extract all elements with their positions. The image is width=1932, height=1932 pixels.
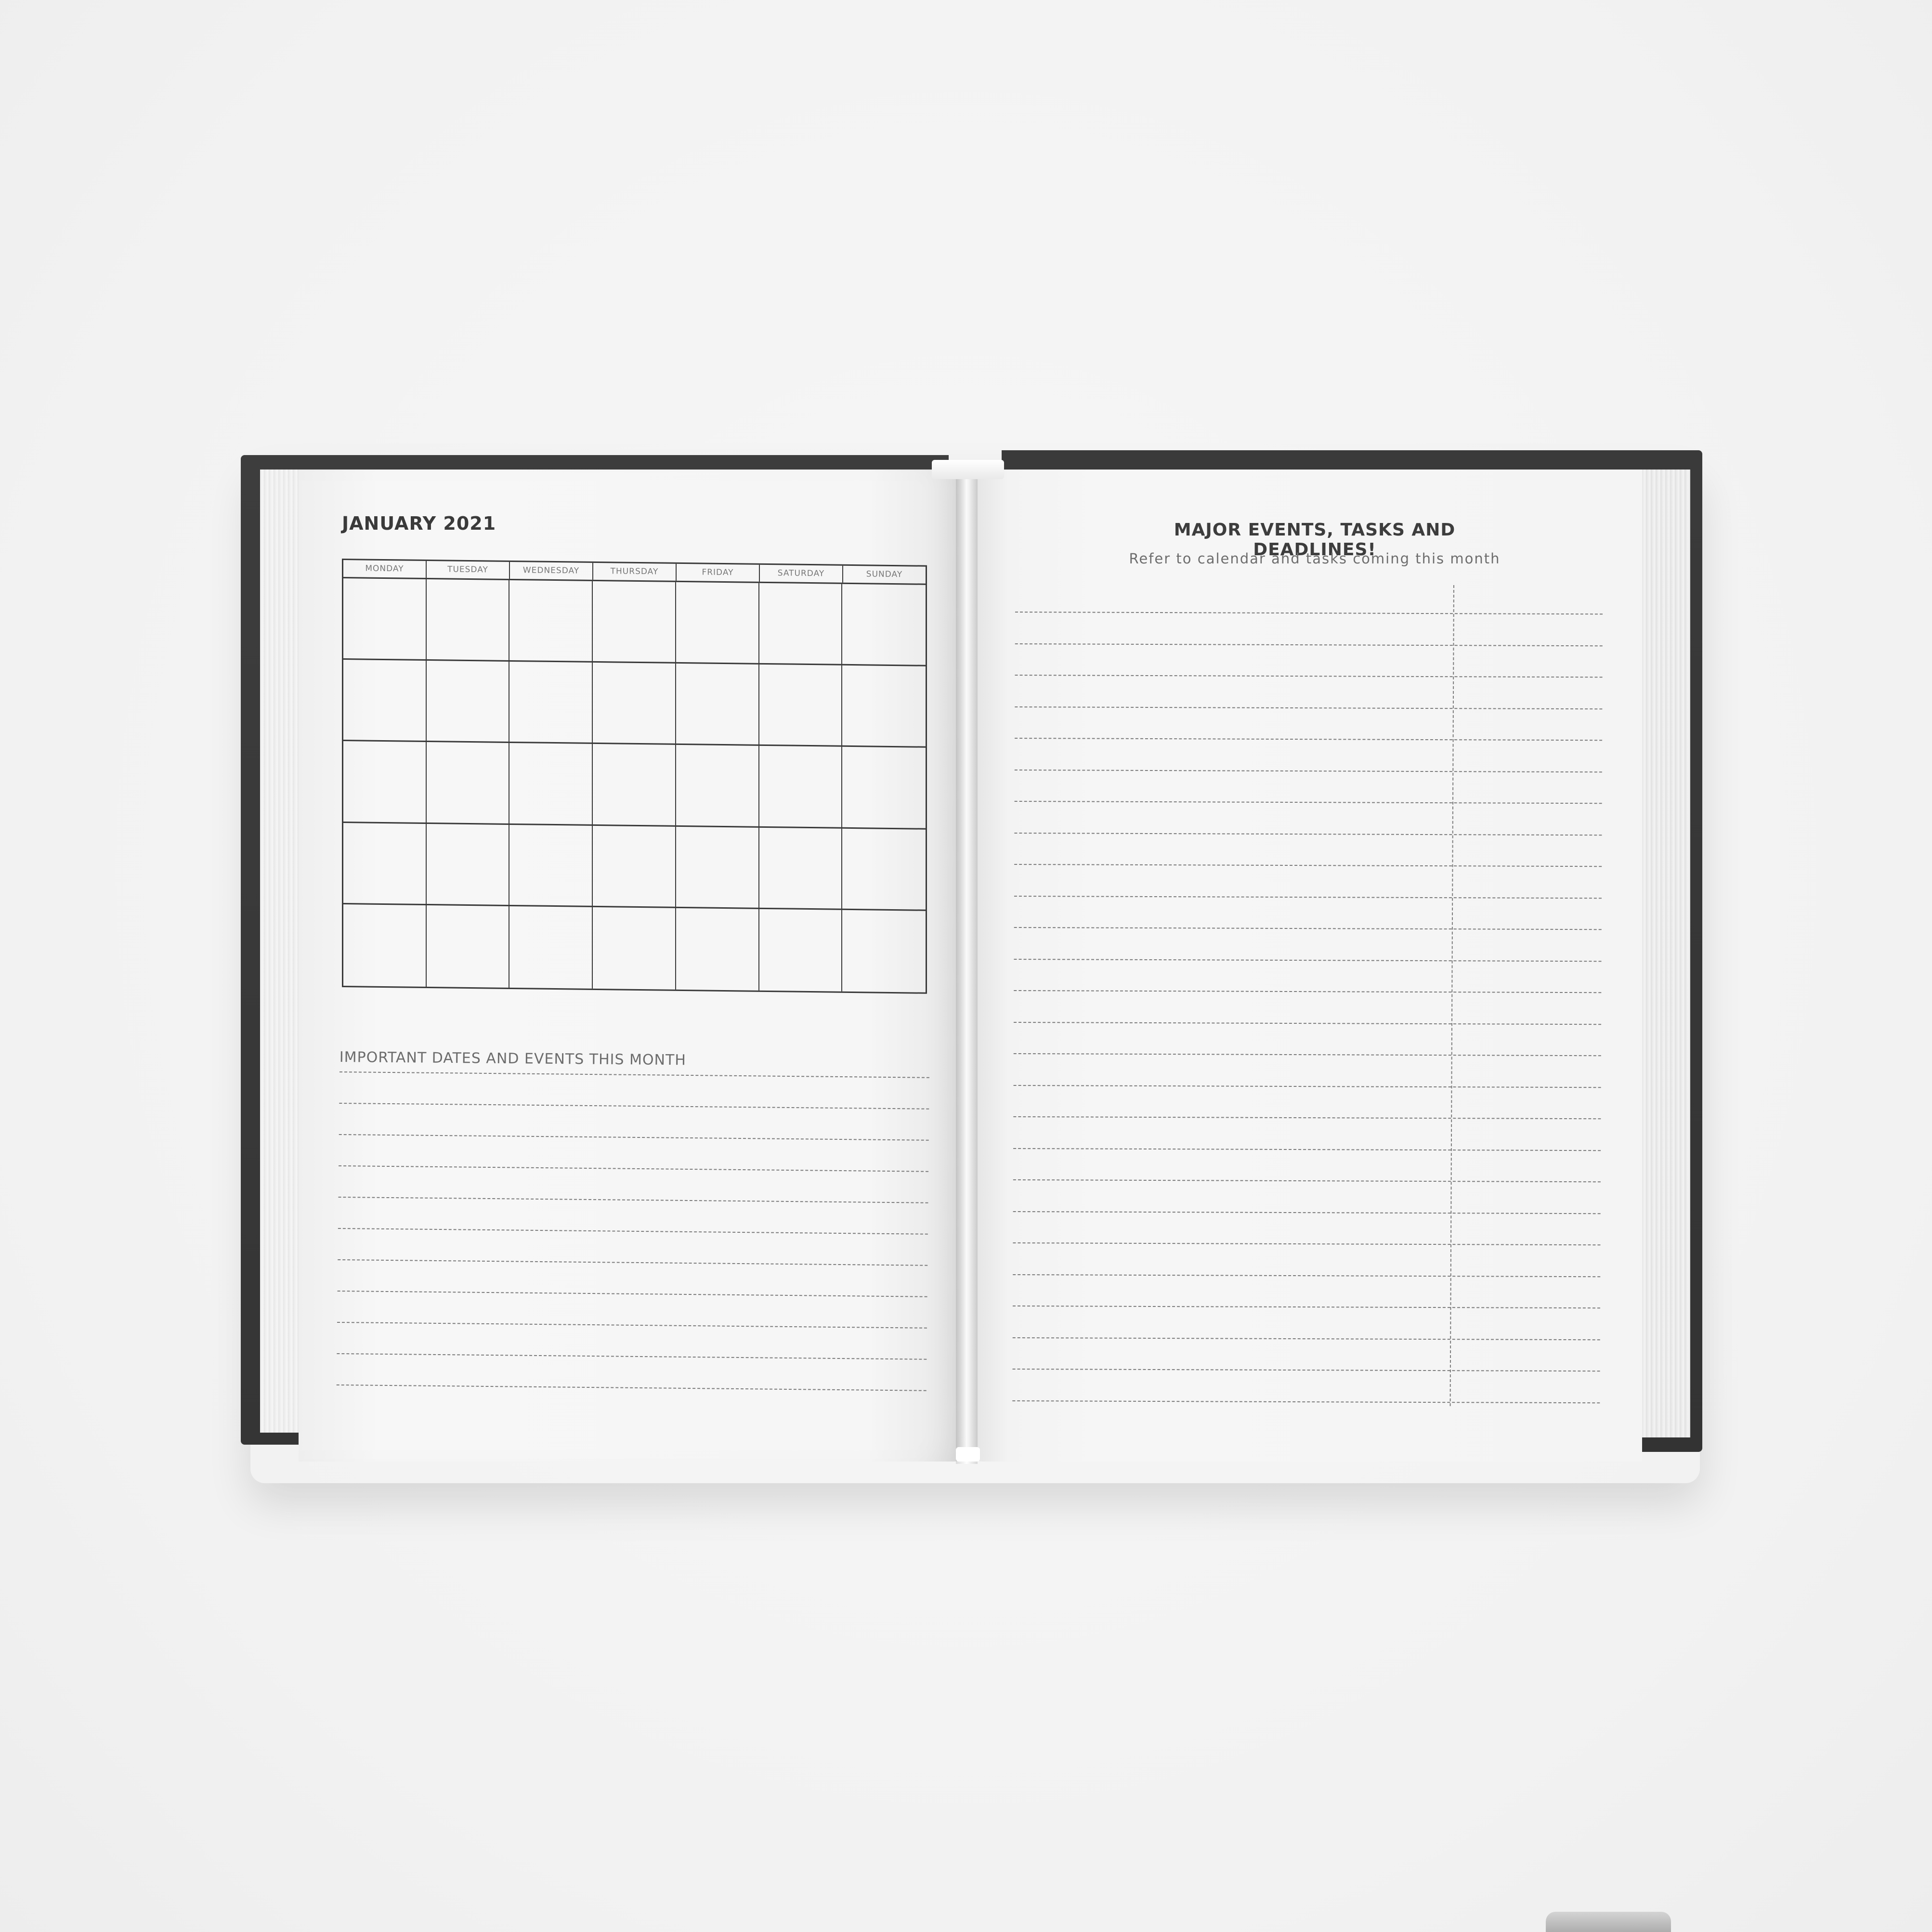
book-gutter	[956, 460, 978, 1464]
calendar-day-cell	[842, 828, 926, 911]
writing-line	[1014, 927, 1602, 930]
calendar-day-cell	[842, 910, 926, 992]
writing-line	[1013, 1274, 1601, 1277]
weekday-tuesday: TUESDAY	[427, 561, 510, 579]
calendar-day-cell	[343, 741, 427, 824]
writing-line	[339, 1165, 929, 1172]
writing-line	[1012, 1400, 1600, 1403]
calendar-day-cell	[593, 825, 676, 908]
scene-background: JANUARY 2021 MONDAY TUESDAY WEDNESDAY TH…	[0, 0, 1932, 1932]
writing-line	[1013, 1053, 1601, 1057]
weekday-thursday: THURSDAY	[593, 562, 677, 581]
weekday-sunday: SUNDAY	[866, 569, 903, 580]
calendar-day-cell	[509, 743, 593, 826]
calendar-day-cell	[759, 909, 843, 992]
calendar-day-cell	[343, 578, 427, 661]
calendar-day-cells	[343, 578, 926, 992]
calendar-day-cell	[426, 661, 510, 744]
calendar-day-cell	[593, 581, 676, 664]
writing-line	[337, 1353, 927, 1360]
writing-line	[1014, 1021, 1602, 1025]
month-title: JANUARY 2021	[342, 513, 496, 534]
calendar-day-cell	[676, 582, 759, 665]
important-dates-label: IMPORTANT DATES AND EVENTS THIS MONTH	[339, 1049, 687, 1069]
right-page-subtitle: Refer to calendar and tasks coming this …	[1129, 550, 1501, 567]
writing-line	[1014, 832, 1602, 835]
writing-line	[1014, 863, 1602, 867]
important-dates-lines	[336, 1071, 929, 1422]
calendar-day-cell	[676, 745, 759, 828]
writing-line	[336, 1384, 927, 1391]
writing-line	[1014, 800, 1602, 804]
writing-line	[1015, 674, 1603, 678]
writing-line	[1015, 643, 1603, 646]
writing-line	[1013, 1084, 1601, 1088]
writing-line	[338, 1196, 928, 1203]
calendar-day-cell	[593, 907, 676, 990]
writing-line	[1013, 1242, 1601, 1246]
writing-line	[1014, 769, 1602, 772]
calendar-day-cell	[343, 660, 427, 743]
calendar-day-cell	[343, 904, 427, 987]
calendar-day-cell	[842, 584, 926, 666]
calendar-day-cell	[676, 664, 759, 746]
writing-line	[1013, 1211, 1601, 1214]
calendar-day-cell	[426, 742, 510, 825]
calendar-day-cell	[426, 905, 510, 988]
writing-line	[1014, 895, 1602, 899]
monthly-calendar-grid: MONDAY TUESDAY WEDNESDAY THURSDAY FRIDAY…	[342, 559, 927, 994]
calendar-day-cell	[676, 826, 759, 909]
calendar-day-cell	[842, 665, 926, 748]
calendar-day-cell	[593, 744, 676, 827]
writing-line	[339, 1134, 929, 1141]
writing-line	[1013, 1179, 1601, 1183]
writing-line	[1013, 1116, 1601, 1120]
calendar-day-cell	[509, 906, 593, 989]
weekday-wednesday: WEDNESDAY	[510, 561, 593, 580]
writing-line	[1015, 706, 1603, 709]
writing-line	[1014, 990, 1602, 993]
writing-line	[338, 1227, 928, 1235]
calendar-day-cell	[509, 662, 593, 744]
calendar-day-cell	[759, 746, 843, 829]
writing-line	[1012, 1305, 1600, 1309]
writing-line	[1015, 737, 1603, 741]
writing-line	[1013, 1148, 1601, 1151]
calendar-day-cell	[842, 747, 926, 830]
writing-line	[1012, 1368, 1600, 1372]
right-page-edges	[1637, 470, 1690, 1437]
calendar-day-cell	[676, 908, 759, 991]
writing-line	[338, 1259, 928, 1266]
calendar-day-cell	[759, 827, 843, 910]
writing-line	[1012, 1337, 1600, 1340]
events-lines	[1012, 612, 1603, 1434]
weekday-friday: FRIDAY	[677, 563, 760, 582]
calendar-day-cell	[759, 665, 843, 747]
calendar-day-cell	[509, 824, 593, 907]
calendar-day-cell	[343, 822, 427, 905]
writing-line	[1014, 958, 1602, 962]
writing-line	[339, 1102, 929, 1110]
calendar-day-cell	[426, 823, 510, 906]
pen-object	[1546, 1912, 1671, 1932]
calendar-day-cell	[426, 579, 510, 662]
calendar-day-cell	[593, 663, 676, 745]
calendar-day-cell	[759, 583, 843, 666]
weekday-saturday: SATURDAY	[760, 564, 843, 583]
bookmark-ribbon-top	[932, 460, 1004, 479]
weekday-monday: MONDAY	[343, 560, 427, 578]
writing-line	[337, 1321, 927, 1329]
writing-line	[337, 1290, 927, 1297]
bookmark-ribbon-bottom	[956, 1447, 980, 1462]
calendar-day-cell	[509, 580, 593, 663]
